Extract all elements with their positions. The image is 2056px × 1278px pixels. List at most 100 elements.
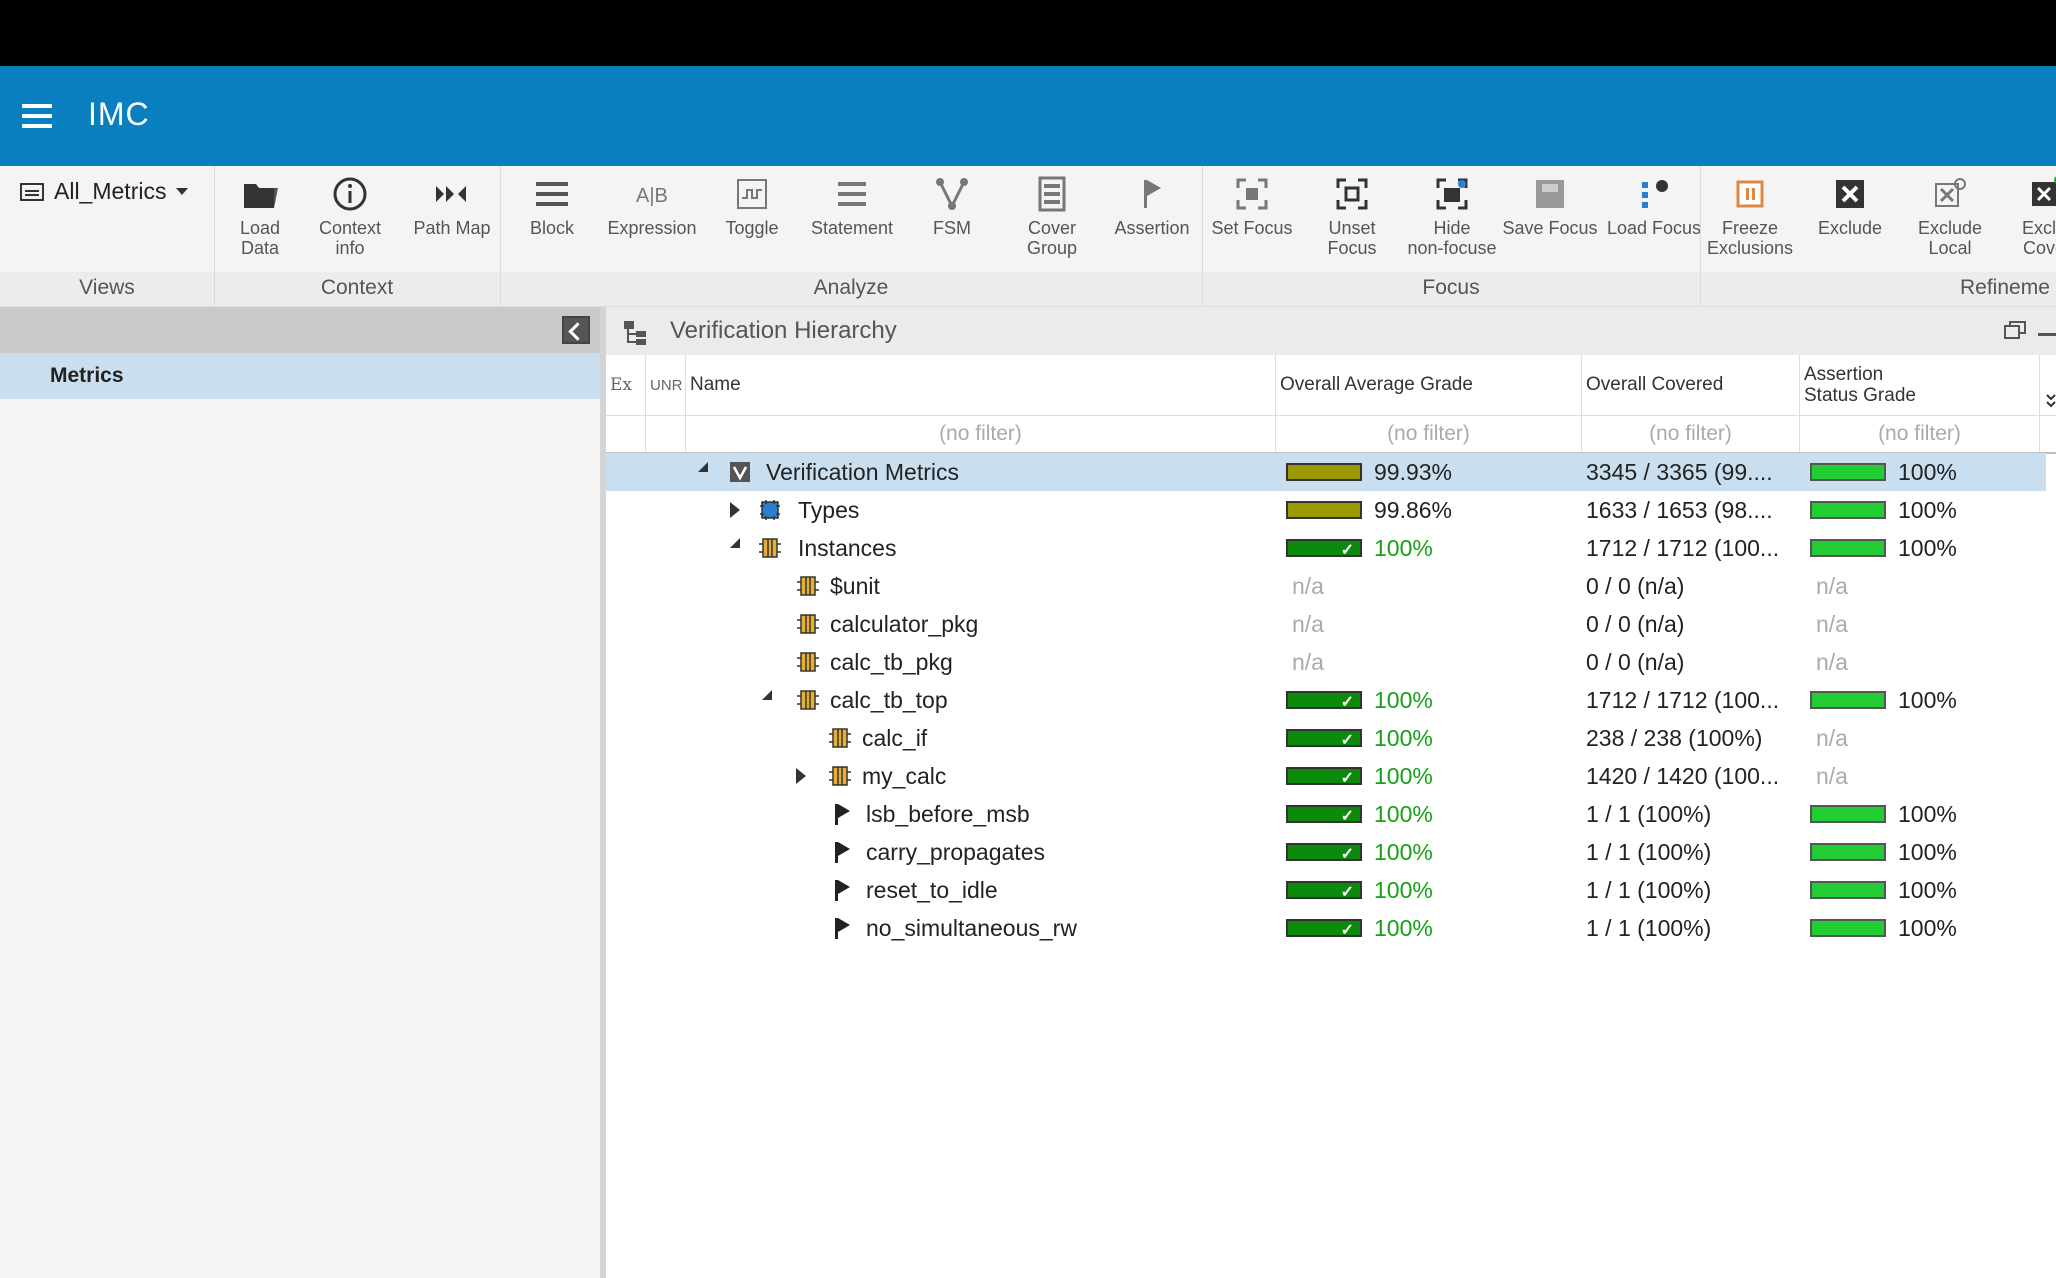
hide-non-focused-label: Hide non-focuse [1407,218,1497,258]
covered-value: 1 / 1 (100%) [1586,839,1712,865]
save-focus-button[interactable]: Save Focus [1502,174,1598,238]
views-select[interactable]: All_Metrics [20,178,189,205]
exclude-local-label: Exclude Local [1917,218,1983,258]
chevron-double-down-icon[interactable] [2046,391,2056,411]
col-assert-grade[interactable]: Assertion Status Grade [1800,355,2040,415]
load-data-button[interactable]: Load Data [212,174,308,258]
col-ex[interactable]: Ex [606,355,646,415]
table-row[interactable]: reset_to_idle ✓ 100% 1 / 1 (100%) 100% [606,871,2046,909]
hide-non-focused-icon [1404,174,1500,218]
grade-value: 100% [1374,535,1433,561]
assert-bar [1810,463,1886,481]
filter-ex[interactable] [606,416,646,452]
restore-window-icon[interactable] [2004,321,2026,339]
table-row[interactable]: calculator_pkg n/a 0 / 0 (n/a) n/a [606,605,2046,643]
block-button[interactable]: Block [504,174,600,238]
assert-value: 100% [1898,687,1957,713]
cover-group-label: Cover Group [1026,218,1078,258]
load-focus-button[interactable]: Load Focus [1606,174,1702,238]
instance-icon [829,728,851,748]
filter-unr[interactable] [646,416,686,452]
collapse-panel-icon[interactable] [562,316,590,344]
grade-value: 100% [1374,801,1433,827]
assert-bar [1810,843,1886,861]
exclude-cover-label: Exclu Cove [2021,218,2056,258]
table-row[interactable]: Types 99.86% 1633 / 1653 (98.... 100% [606,491,2046,529]
grade-bar: ✓ [1286,539,1362,559]
instance-icon [759,538,781,558]
table-row[interactable]: $unit n/a 0 / 0 (n/a) n/a [606,567,2046,605]
group-focus: Focus [1422,276,1480,299]
filter-name[interactable]: (no filter) [686,416,1276,452]
hierarchy-tree: Verification Metrics 99.93% 3345 / 3365 … [606,453,2046,947]
col-covered[interactable]: Overall Covered [1582,355,1800,415]
fsm-button[interactable]: FSM [904,174,1000,238]
assert-value: n/a [1816,611,1848,637]
assert-value: n/a [1816,763,1848,789]
grade-value: n/a [1292,649,1324,675]
expanded-arrow-icon[interactable] [698,462,708,472]
statement-button[interactable]: Statement [804,174,900,238]
panel-header: Verification Hierarchy [606,307,2056,356]
col-name[interactable]: Name [686,355,1276,415]
path-map-label: Path Map [413,218,491,238]
unset-focus-button[interactable]: Unset Focus [1304,174,1400,258]
path-map-button[interactable]: Path Map [404,174,500,238]
assertion-button[interactable]: Assertion [1104,174,1200,238]
toggle-button[interactable]: Toggle [704,174,800,238]
collapsed-arrow-icon[interactable] [730,502,740,518]
group-refinement: Refineme [1960,276,2050,299]
grade-value: 100% [1374,687,1433,713]
statement-icon [804,174,900,218]
expression-button[interactable]: A|B Expression [604,174,700,238]
table-row[interactable]: Verification Metrics 99.93% 3345 / 3365 … [606,453,2046,491]
freeze-exclusions-button[interactable]: Freeze Exclusions [1702,174,1798,258]
table-row[interactable]: my_calc ✓ 100% 1420 / 1420 (100... n/a [606,757,2046,795]
filter-assert-grade[interactable]: (no filter) [1800,416,2040,452]
expanded-arrow-icon[interactable] [762,690,772,700]
types-icon [760,500,780,520]
statement-label: Statement [810,218,894,238]
filter-covered[interactable]: (no filter) [1582,416,1800,452]
exclude-local-button[interactable]: Exclude Local [1902,174,1998,258]
col-avg-grade[interactable]: Overall Average Grade [1276,355,1582,415]
minimize-icon[interactable] [2038,333,2056,336]
ribbon-separator [1700,166,1701,306]
assert-value: 100% [1898,497,1957,523]
row-name: calculator_pkg [830,611,979,637]
covered-value: 1 / 1 (100%) [1586,877,1712,903]
exclude-cover-button[interactable]: Exclu Cove [1996,174,2056,258]
hide-non-focused-button[interactable]: Hide non-focuse [1404,174,1500,258]
filter-avg-grade[interactable]: (no filter) [1276,416,1582,452]
flag-icon [1104,174,1200,218]
covered-value: 0 / 0 (n/a) [1586,649,1685,675]
table-row[interactable]: Instances ✓ 100% 1712 / 1712 (100... 100… [606,529,2046,567]
set-focus-button[interactable]: Set Focus [1204,174,1300,238]
col-unr[interactable]: UNR [646,355,686,415]
exclude-button[interactable]: Exclude [1802,174,1898,238]
list-icon [20,182,44,201]
row-name: no_simultaneous_rw [866,915,1077,941]
cover-group-button[interactable]: Cover Group [1004,174,1100,258]
expression-icon: A|B [604,174,700,218]
table-row[interactable]: no_simultaneous_rw ✓ 100% 1 / 1 (100%) 1… [606,909,2046,947]
covered-value: 238 / 238 (100%) [1586,725,1763,751]
expanded-arrow-icon[interactable] [730,538,740,548]
grade-value: 99.86% [1374,497,1453,523]
instance-icon [829,766,851,786]
context-info-button[interactable]: Context info [302,174,398,258]
covered-value: 1 / 1 (100%) [1586,801,1712,827]
assert-value: 100% [1898,801,1957,827]
table-row[interactable]: calc_if ✓ 100% 238 / 238 (100%) n/a [606,719,2046,757]
table-row[interactable]: calc_tb_top ✓ 100% 1712 / 1712 (100... 1… [606,681,2046,719]
table-row[interactable]: calc_tb_pkg n/a 0 / 0 (n/a) n/a [606,643,2046,681]
table-row[interactable]: carry_propagates ✓ 100% 1 / 1 (100%) 100… [606,833,2046,871]
hamburger-menu-icon[interactable] [22,104,52,128]
covered-value: 1712 / 1712 (100... [1586,535,1780,561]
instance-icon [797,652,819,672]
save-focus-icon [1502,174,1598,218]
collapsed-arrow-icon[interactable] [796,768,806,784]
row-name: Verification Metrics [766,459,960,485]
table-row[interactable]: lsb_before_msb ✓ 100% 1 / 1 (100%) 100% [606,795,2046,833]
left-panel-item-metrics[interactable]: Metrics [0,353,600,399]
